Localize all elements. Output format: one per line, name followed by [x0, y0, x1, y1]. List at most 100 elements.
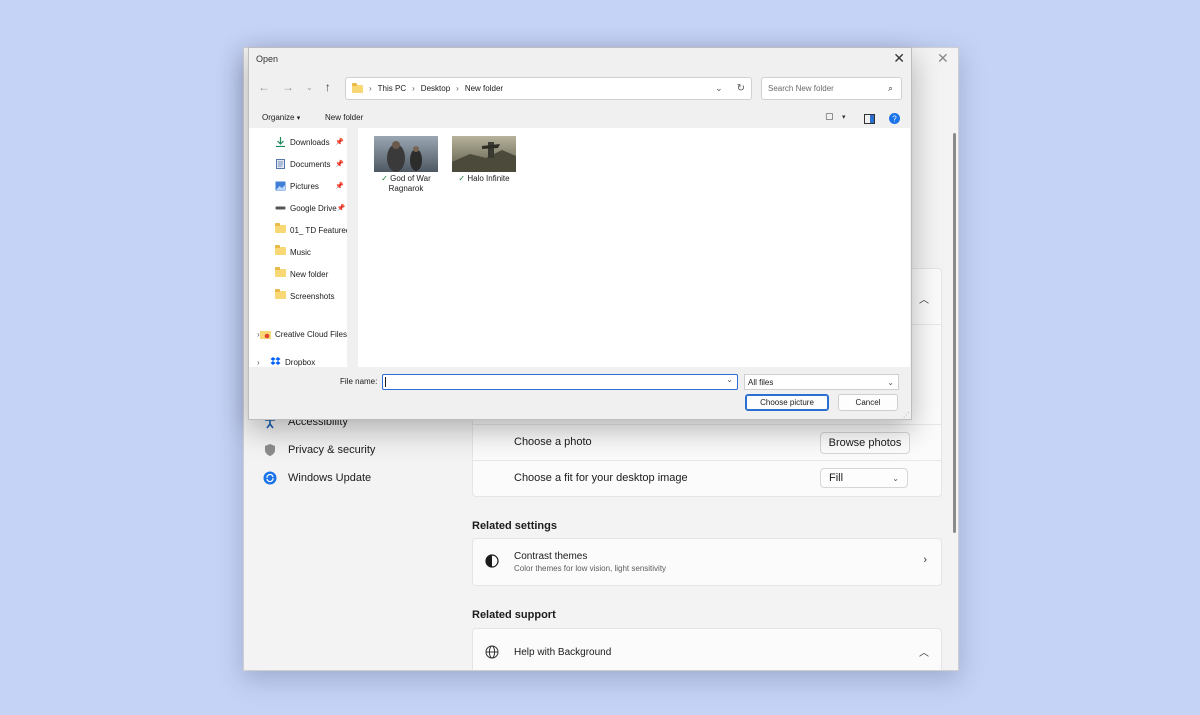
- nav-label: Windows Update: [288, 472, 372, 484]
- fit-dropdown[interactable]: Fill ⌄: [820, 468, 908, 488]
- sync-check-icon: ✓: [381, 174, 388, 183]
- file-name-line: Ragnarok: [388, 184, 424, 193]
- nav-label: Pictures: [290, 181, 319, 191]
- resize-grip-icon[interactable]: ⋰: [903, 411, 910, 419]
- search-icon: ⌕: [887, 83, 893, 93]
- breadcrumb-separator: ›: [369, 84, 372, 93]
- sync-check-icon: ✓: [458, 174, 466, 183]
- nav-item-downloads[interactable]: Downloads 📌: [275, 131, 347, 153]
- close-icon[interactable]: ✕: [937, 50, 949, 67]
- up-icon[interactable]: ↑: [325, 80, 331, 94]
- nav-label: Privacy & security: [288, 444, 376, 456]
- nav-item-music[interactable]: Music: [275, 241, 347, 263]
- new-folder-label: New folder: [325, 113, 364, 122]
- file-name-input[interactable]: ⌄: [382, 374, 738, 390]
- choose-photo-label: Choose a photo: [514, 436, 592, 448]
- documents-icon: [275, 159, 286, 169]
- nav-item-creative-cloud[interactable]: › Creative Cloud Files: [257, 320, 347, 348]
- nav-item-privacy[interactable]: Privacy & security: [262, 439, 375, 461]
- nav-label: New folder: [290, 269, 329, 279]
- new-folder-button[interactable]: New folder: [325, 113, 363, 122]
- file-name-line: God of War: [390, 174, 431, 183]
- contrast-title: Contrast themes: [514, 551, 588, 562]
- pin-icon: 📌: [335, 183, 344, 190]
- file-thumbnail: [374, 136, 438, 172]
- choose-picture-label: Choose picture: [760, 398, 814, 407]
- file-item[interactable]: ✓ Halo Infinite: [452, 136, 516, 184]
- organize-menu[interactable]: Organize ▾: [262, 113, 300, 122]
- drive-icon: [275, 203, 286, 213]
- chevron-up-icon[interactable]: ︿: [919, 644, 929, 659]
- download-icon: [275, 137, 286, 148]
- search-input[interactable]: Search New folder ⌕: [761, 77, 902, 100]
- cancel-button[interactable]: Cancel: [838, 394, 898, 411]
- close-icon[interactable]: ✕: [893, 50, 905, 67]
- chevron-up-icon[interactable]: ︿: [919, 291, 929, 306]
- forward-icon[interactable]: →: [282, 80, 294, 94]
- file-name-line: Halo Infinite: [467, 174, 510, 183]
- choose-picture-button[interactable]: Choose picture: [745, 394, 829, 411]
- fit-row: Choose a fit for your desktop image: [514, 472, 688, 484]
- contrast-desc: Color themes for low vision, light sensi…: [514, 564, 667, 573]
- open-dialog: Open ✕ ← → ⌄ ↑ › This PC › Desktop › New…: [248, 47, 912, 420]
- folder-icon: [275, 289, 286, 301]
- folder-icon: [275, 223, 286, 235]
- text-cursor: [385, 377, 386, 387]
- chevron-down-icon[interactable]: ⌄: [726, 375, 733, 384]
- globe-icon: [485, 645, 499, 664]
- file-type-select[interactable]: All files ⌄: [744, 374, 899, 390]
- organize-label: Organize: [262, 113, 295, 122]
- fit-label: Choose a fit for your desktop image: [514, 472, 688, 484]
- help-icon[interactable]: ?: [889, 111, 900, 129]
- chevron-down-icon: ⌄: [887, 377, 894, 387]
- pin-icon: 📌: [335, 161, 344, 168]
- creative-cloud-icon: [259, 329, 271, 339]
- breadcrumb-separator: ›: [456, 84, 459, 93]
- back-icon[interactable]: ←: [258, 80, 270, 94]
- pin-icon: 📌: [335, 139, 344, 146]
- refresh-icon[interactable]: ↻: [737, 83, 745, 94]
- nav-item-documents[interactable]: Documents 📌: [275, 153, 347, 175]
- nav-label: Google Drive: [290, 203, 337, 213]
- chevron-down-icon[interactable]: ⌄: [715, 83, 723, 94]
- caret-down-icon: ▾: [296, 115, 301, 122]
- contrast-themes-card[interactable]: Contrast themes Color themes for low vis…: [472, 538, 942, 586]
- navigation-pane: Downloads 📌 Documents 📌 Pictures 📌 Googl…: [249, 128, 347, 367]
- nav-item-new-folder[interactable]: New folder: [275, 263, 347, 285]
- help-background-card[interactable]: Help with Background ︿: [472, 628, 942, 670]
- pin-icon: 📌: [336, 205, 346, 212]
- view-icon[interactable]: ▢: [825, 111, 834, 122]
- file-item[interactable]: ✓ God of War Ragnarok: [374, 136, 438, 194]
- svg-text:?: ?: [892, 115, 897, 124]
- update-icon: [262, 470, 278, 486]
- breadcrumb-desktop[interactable]: Desktop: [421, 84, 450, 93]
- chevron-down-icon: ⌄: [892, 473, 899, 483]
- breadcrumb-new-folder[interactable]: New folder: [465, 84, 503, 93]
- breadcrumb-separator: ›: [412, 84, 415, 93]
- nav-label: Documents: [290, 159, 331, 169]
- nav-label: Creative Cloud Files: [274, 329, 347, 339]
- nav-item-windows-update[interactable]: Windows Update: [262, 467, 371, 489]
- recent-dropdown-icon[interactable]: ⌄: [306, 83, 313, 94]
- file-type-value: All files: [748, 377, 774, 387]
- cancel-label: Cancel: [855, 398, 881, 407]
- chevron-right-icon[interactable]: ›: [257, 358, 270, 367]
- scrollbar[interactable]: [953, 133, 956, 533]
- nav-item-google-drive[interactable]: Google Drive 📌: [275, 197, 347, 219]
- nav-label: Dropbox: [285, 357, 316, 367]
- browse-photos-label: Browse photos: [828, 437, 902, 449]
- nav-item-td-featured[interactable]: 01_ TD Featured: [275, 219, 347, 241]
- caret-down-icon[interactable]: ▾: [842, 113, 846, 121]
- breadcrumb-this-pc[interactable]: This PC: [378, 84, 406, 93]
- preview-pane-icon[interactable]: [864, 111, 875, 129]
- nav-item-dropbox[interactable]: › Dropbox: [257, 348, 347, 367]
- address-bar[interactable]: › This PC › Desktop › New folder ⌄ ↻: [345, 77, 752, 100]
- file-list: ✓ God of War Ragnarok ✓ Halo Infinite: [358, 128, 910, 367]
- nav-item-pictures[interactable]: Pictures 📌: [275, 175, 347, 197]
- shield-icon: [262, 442, 278, 458]
- related-support-title: Related support: [472, 609, 556, 621]
- nav-label: Downloads: [290, 137, 330, 147]
- nav-item-screenshots[interactable]: Screenshots: [275, 285, 347, 307]
- folder-icon: [352, 82, 363, 93]
- browse-photos-button[interactable]: Browse photos: [820, 432, 910, 454]
